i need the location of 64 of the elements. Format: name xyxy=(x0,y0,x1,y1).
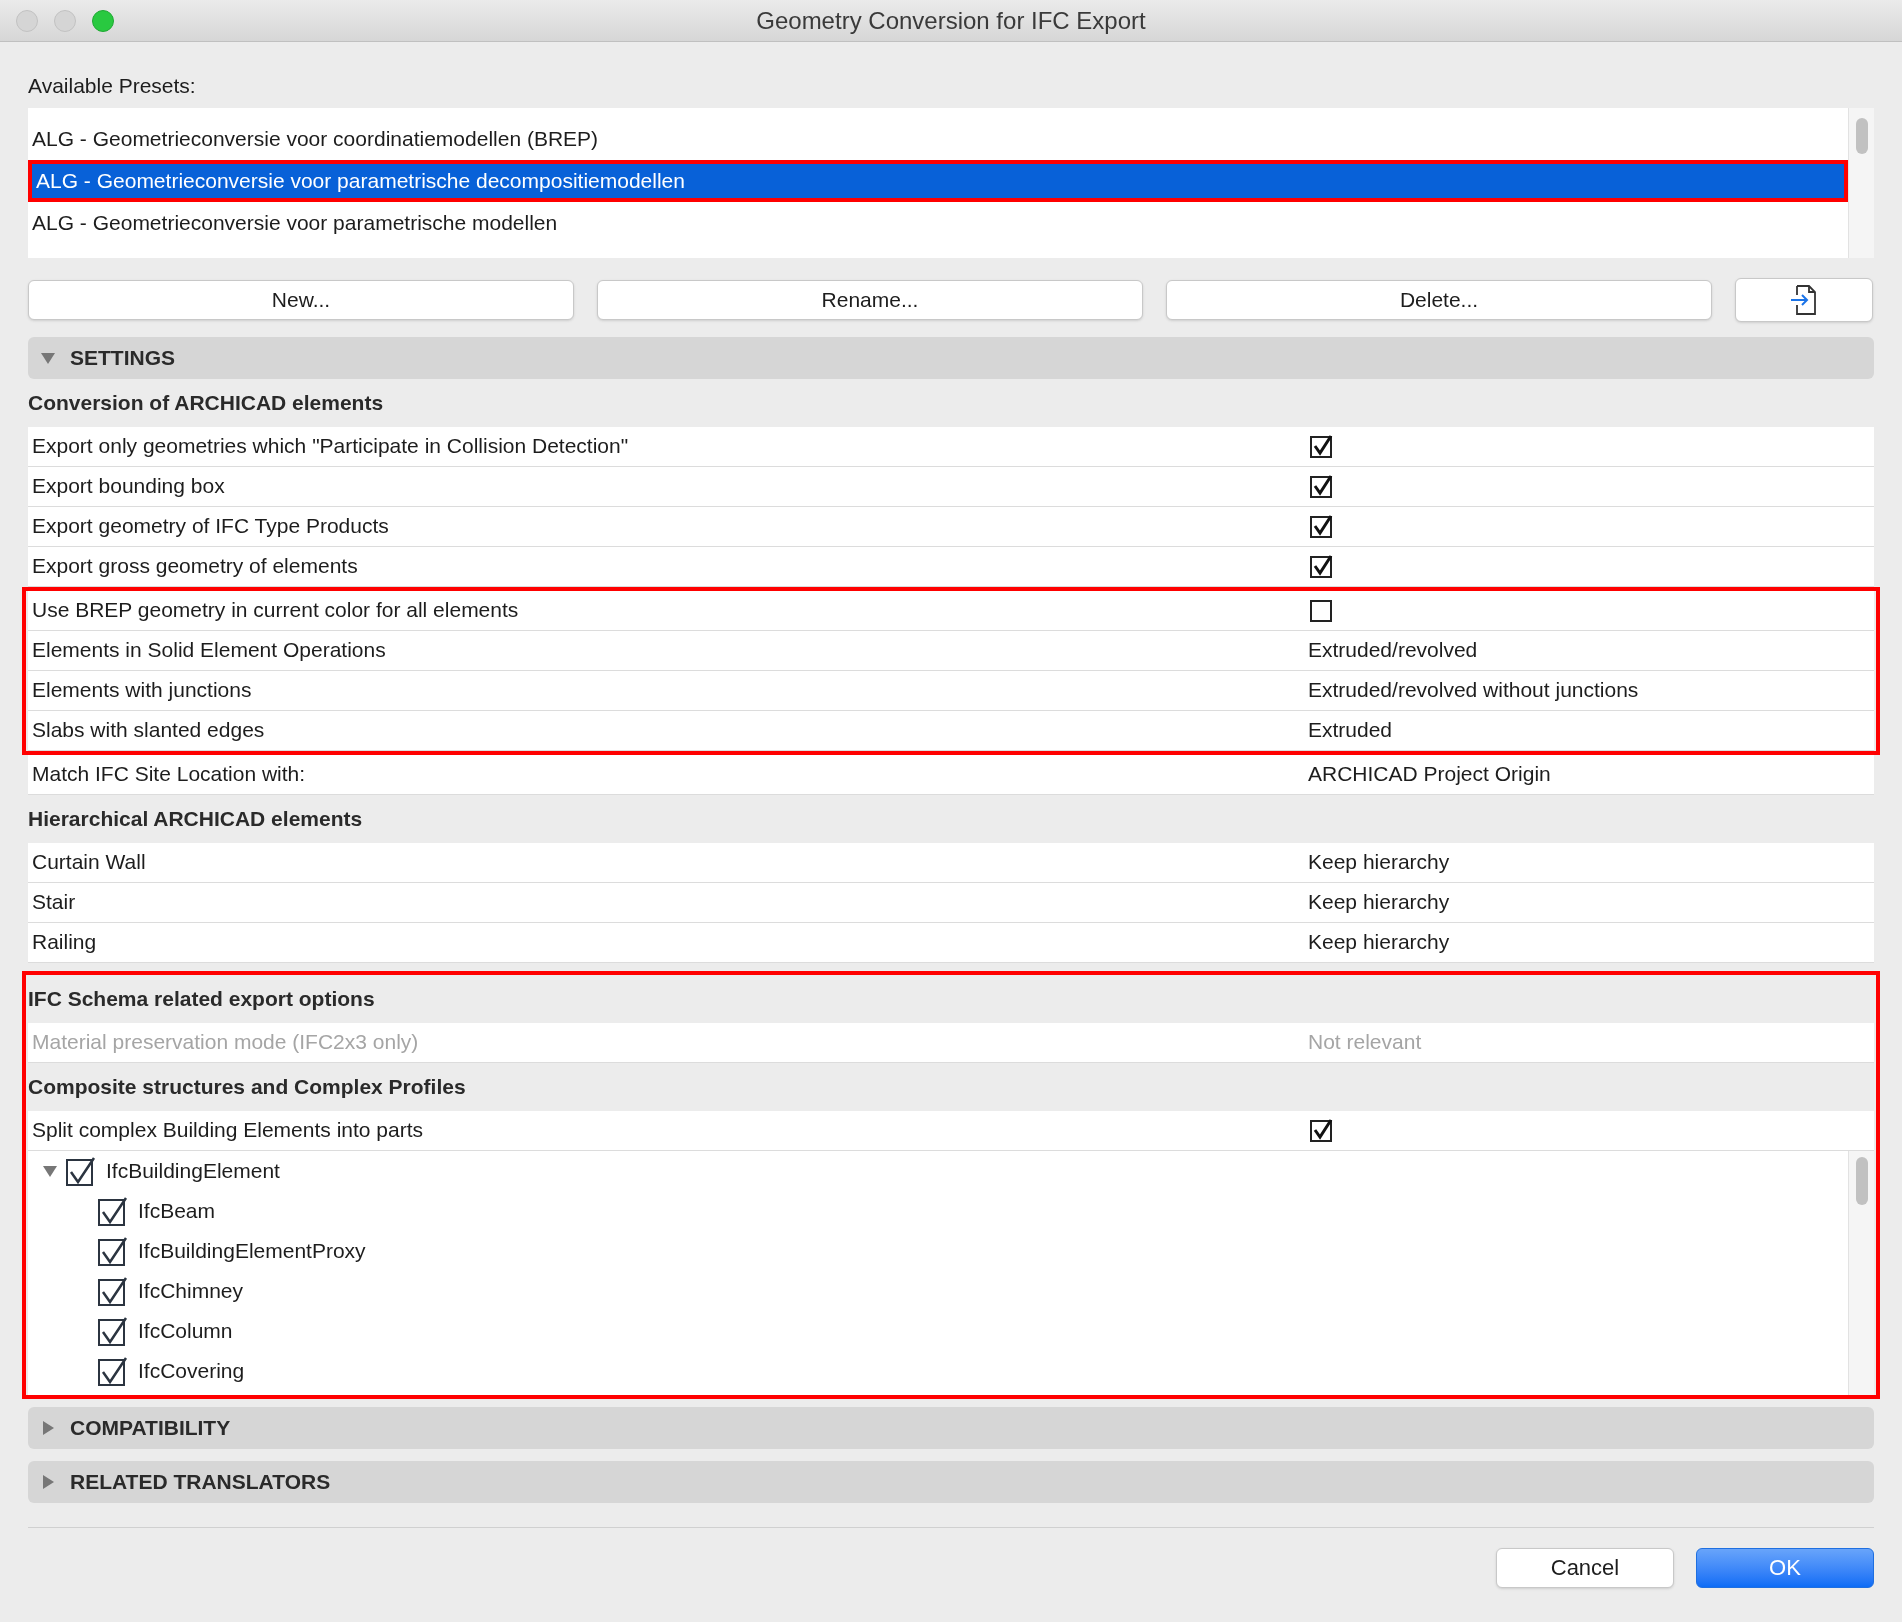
setting-label: Railing xyxy=(31,929,98,956)
section-bar[interactable]: RELATED TRANSLATORS xyxy=(28,1460,1874,1503)
checkbox[interactable] xyxy=(98,1235,128,1266)
section-title: SETTINGS xyxy=(70,344,175,371)
setting-label: Curtain Wall xyxy=(31,849,147,876)
section-title: COMPATIBILITY xyxy=(70,1414,231,1441)
setting-label: Export geometry of IFC Type Products xyxy=(31,513,390,540)
setting-value[interactable]: ARCHICAD Project Origin xyxy=(1308,758,1551,790)
section-bar[interactable]: COMPATIBILITY xyxy=(28,1406,1874,1449)
setting-value[interactable]: Extruded xyxy=(1308,714,1393,746)
setting-label: Elements with junctions xyxy=(31,677,253,704)
scrollbar-thumb[interactable] xyxy=(1855,117,1868,154)
preset-item[interactable]: ALG - Geometrieconversie voor parametrische decompositiemodellen xyxy=(28,159,1848,202)
setting-label: Export only geometries which "Participate in Collision Detection" xyxy=(31,433,630,460)
group-heading: Composite structures and Complex Profiles xyxy=(28,1073,466,1100)
setting-value[interactable]: Keep hierarchy xyxy=(1308,886,1450,918)
section-bar[interactable]: SETTINGS xyxy=(28,336,1874,379)
setting-label: Split complex Building Elements into parts xyxy=(31,1117,425,1144)
checkbox[interactable] xyxy=(1310,514,1334,538)
preset-button[interactable]: Rename... xyxy=(597,279,1143,320)
checkbox[interactable] xyxy=(1310,434,1334,458)
preset-item[interactable]: ALG - Geometrieconversie voor parametrische modellen xyxy=(28,201,1848,244)
setting-label: Stair xyxy=(31,889,77,916)
cancel-button[interactable]: Cancel xyxy=(1496,1547,1674,1588)
section-title: RELATED TRANSLATORS xyxy=(70,1468,331,1495)
setting-label: Match IFC Site Location with: xyxy=(31,761,307,788)
setting-label: Export gross geometry of elements xyxy=(31,553,359,580)
checkbox[interactable] xyxy=(1310,598,1334,622)
setting-value[interactable]: Keep hierarchy xyxy=(1308,846,1450,878)
document-arrow-icon xyxy=(1789,283,1819,316)
group-heading: Conversion of ARCHICAD elements xyxy=(28,389,384,416)
tree-item-label[interactable]: IfcBuildingElement xyxy=(106,1154,280,1187)
checkbox[interactable] xyxy=(98,1355,128,1386)
setting-label: Material preservation mode (IFC2x3 only) xyxy=(31,1029,420,1056)
preset-button[interactable]: New... xyxy=(28,279,574,320)
checkbox[interactable] xyxy=(98,1315,128,1346)
tree-item-label[interactable]: IfcColumn xyxy=(138,1314,233,1347)
scrollbar-thumb[interactable] xyxy=(1855,1156,1868,1205)
setting-label: Slabs with slanted edges xyxy=(31,717,266,744)
window-title: Geometry Conversion for IFC Export xyxy=(756,5,1146,36)
tree-item-label[interactable]: IfcBeam xyxy=(138,1194,216,1227)
setting-label: Export bounding box xyxy=(31,473,226,500)
disclosure-triangle-icon[interactable] xyxy=(40,1419,56,1436)
preset-item[interactable]: ALG - Geometrieconversie voor coordinatiemodellen (BREP) xyxy=(28,117,1848,160)
tree-item-label[interactable]: IfcCovering xyxy=(138,1354,245,1387)
disclosure-triangle-icon[interactable] xyxy=(40,1473,56,1490)
checkbox[interactable] xyxy=(98,1195,128,1226)
checkbox[interactable] xyxy=(66,1155,96,1186)
presets-label: Available Presets: xyxy=(28,73,196,99)
checkbox[interactable] xyxy=(1310,554,1334,578)
export-button[interactable] xyxy=(1735,277,1873,322)
preset-button[interactable]: Delete... xyxy=(1166,279,1712,320)
tree-item-label[interactable]: IfcBuildingElementProxy xyxy=(138,1234,366,1267)
setting-value[interactable]: Keep hierarchy xyxy=(1308,926,1450,958)
group-heading: Hierarchical ARCHICAD elements xyxy=(28,805,363,832)
checkbox[interactable] xyxy=(1310,1118,1334,1142)
checkbox[interactable] xyxy=(1310,474,1334,498)
setting-value[interactable]: Extruded/revolved xyxy=(1308,634,1478,666)
tree-item-label[interactable]: IfcChimney xyxy=(138,1274,244,1307)
checkbox[interactable] xyxy=(98,1275,128,1306)
setting-value[interactable]: Extruded/revolved without junctions xyxy=(1308,674,1639,706)
setting-label: Use BREP geometry in current color for all elements xyxy=(31,597,520,624)
group-heading: IFC Schema related export options xyxy=(28,985,375,1012)
setting-label: Elements in Solid Element Operations xyxy=(31,637,387,664)
